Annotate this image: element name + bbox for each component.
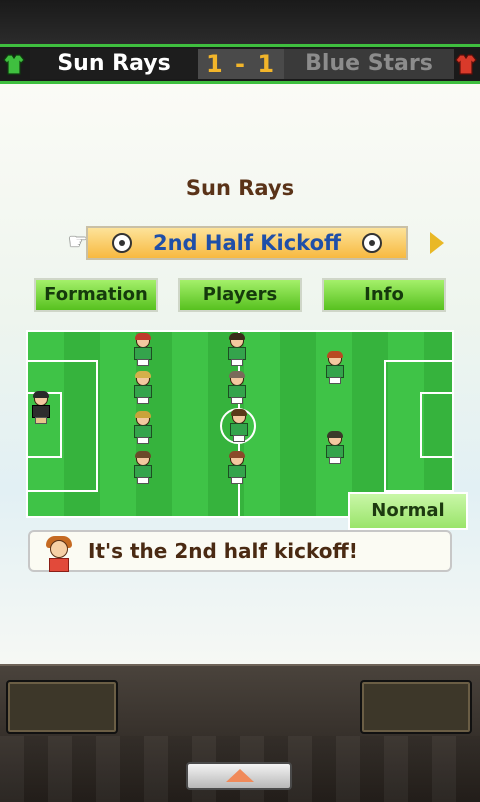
bottom-panel [0,664,480,802]
player-sprite[interactable] [324,351,346,384]
tab-players[interactable]: Players [178,278,302,312]
left-slot[interactable] [6,680,118,734]
arrow-right-icon[interactable] [430,232,444,254]
phase-selector: ☛ 2nd Half Kickoff [0,224,480,264]
player-sprite[interactable] [324,431,346,464]
team-title: Sun Rays [185,176,295,200]
right-goal-box [420,392,452,458]
status-bar [0,0,480,44]
away-team-name: Blue Stars [284,49,454,79]
match-panel: Sun Rays ☛ 2nd Half Kickoff Formation Pl… [0,84,480,664]
phase-banner: 2nd Half Kickoff [86,226,408,260]
commentary-box: It's the 2nd half kickoff! [28,530,452,572]
green-jersey-icon [3,54,25,75]
tab-formation[interactable]: Formation [34,278,158,312]
soccer-ball-icon [362,233,382,253]
right-slot[interactable] [360,680,472,734]
expand-button[interactable] [186,762,292,790]
commentary-text: It's the 2nd half kickoff! [88,539,358,563]
soccer-pitch [26,330,454,518]
player-sprite[interactable] [226,451,248,484]
scoreboard: Sun Rays 1 - 1 Blue Stars [0,44,480,84]
player-sprite[interactable] [30,391,52,424]
arrow-up-icon [226,769,254,782]
player-sprite[interactable] [228,409,250,442]
player-sprite[interactable] [132,411,154,444]
home-team-name: Sun Rays [30,49,198,79]
coach-avatar-icon [44,534,74,572]
player-sprite[interactable] [132,333,154,366]
match-score: 1 - 1 [198,49,284,79]
player-sprite[interactable] [226,333,248,366]
tab-info[interactable]: Info [322,278,446,312]
player-sprite[interactable] [132,451,154,484]
red-jersey-icon [455,54,477,75]
speed-button[interactable]: Normal [348,492,468,530]
phase-label: 2nd Half Kickoff [152,231,342,255]
player-sprite[interactable] [132,371,154,404]
player-sprite[interactable] [226,371,248,404]
